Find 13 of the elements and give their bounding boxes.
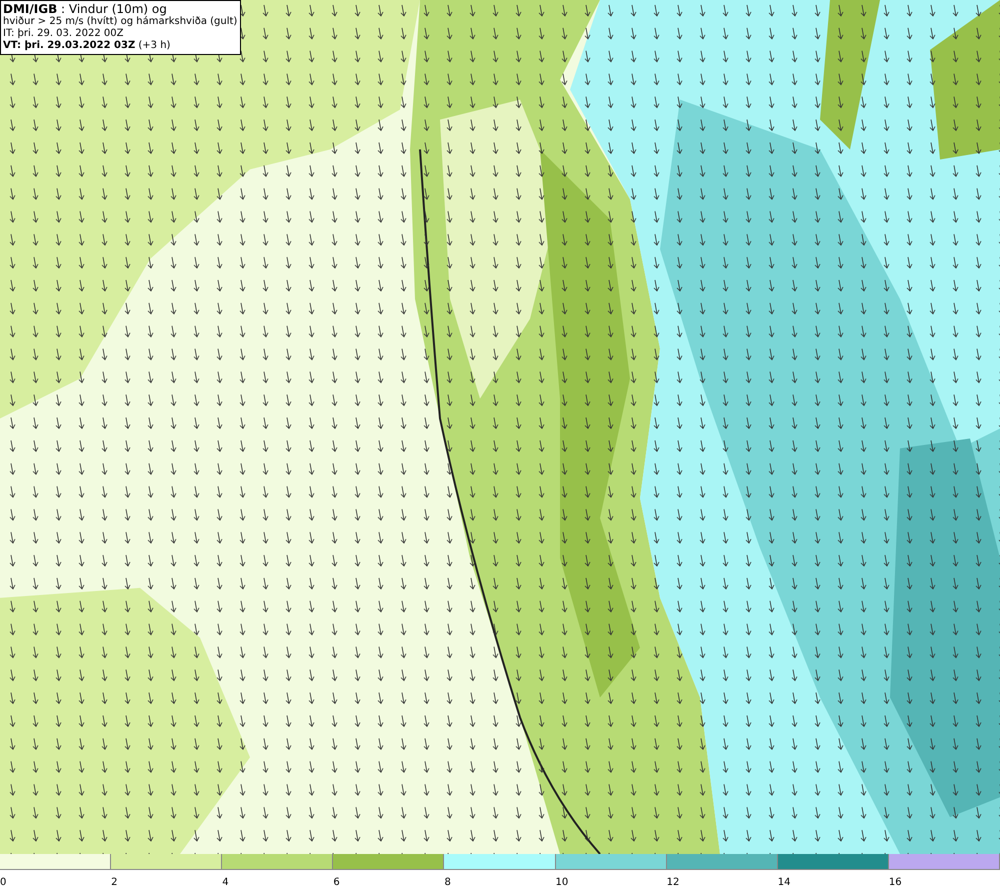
title-line: VT: þri. 29.03.2022 03Z (+3 h) (3, 40, 172, 52)
legend-label: 4 (222, 876, 229, 887)
legend-label: 12 (666, 876, 680, 887)
legend-label: 16 (888, 876, 902, 887)
legend-label: 14 (778, 876, 790, 887)
legend-label: 2 (111, 876, 118, 887)
title-line: hviður > 25 m/s (hvítt) og hámarkshviða (gult) (3, 16, 238, 28)
title-line: DMI/IGB : Vindur (10m) og (3, 2, 168, 16)
title-line: IT: þri. 29. 03. 2022 00Z (3, 28, 124, 40)
legend-label: 6 (333, 876, 340, 887)
legend-label: 8 (444, 876, 451, 887)
legend-label: 0 (0, 876, 6, 887)
legend-label: 10 (556, 876, 568, 887)
